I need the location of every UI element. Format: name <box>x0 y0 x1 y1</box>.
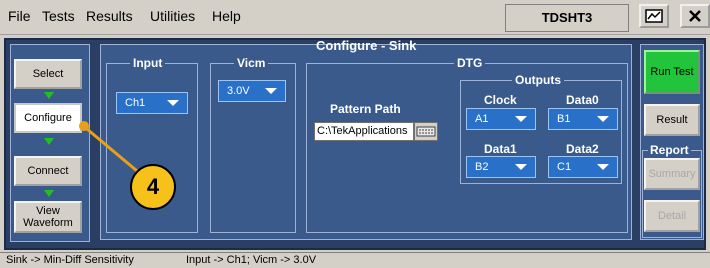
chevron-down-icon <box>597 116 609 122</box>
data1-label: Data1 <box>484 142 517 156</box>
select-button[interactable]: Select <box>14 59 82 89</box>
chevron-down-icon <box>515 164 527 170</box>
step-callout: 4 <box>130 164 176 210</box>
status-bar: Sink -> Min-Diff Sensitivity Input -> Ch… <box>0 252 710 268</box>
configure-button[interactable]: Configure <box>14 103 82 133</box>
status-settings: Input -> Ch1; Vicm -> 3.0V <box>186 254 317 266</box>
clock-dropdown[interactable]: A1 <box>466 108 536 130</box>
step-arrow-icon <box>44 92 54 99</box>
dtg-label: DTG <box>454 56 486 70</box>
close-button[interactable] <box>680 4 710 28</box>
data1-value: B2 <box>475 161 489 173</box>
input-label: Input <box>130 56 166 70</box>
vicm-label: Vicm <box>234 56 269 70</box>
result-button[interactable]: Result <box>644 104 700 136</box>
detail-button[interactable]: Detail <box>644 200 700 232</box>
data0-dropdown[interactable]: B1 <box>548 108 618 130</box>
data0-value: B1 <box>557 113 571 125</box>
menu-file[interactable]: File <box>8 8 31 24</box>
display-toggle-button[interactable] <box>639 4 669 28</box>
input-dropdown[interactable]: Ch1 <box>116 92 188 114</box>
data2-label: Data2 <box>566 142 599 156</box>
run-test-button[interactable]: Run Test <box>644 50 700 94</box>
vicm-value: 3.0V <box>227 85 250 97</box>
step-arrow-icon <box>44 138 54 145</box>
pattern-path-input[interactable]: C:\TekApplications <box>314 122 414 141</box>
step-arrow-icon <box>44 190 54 197</box>
menu-bar: File Tests Results Utilities Help TDSHT3 <box>0 0 710 35</box>
data0-label: Data0 <box>566 93 599 107</box>
vicm-dropdown[interactable]: 3.0V <box>218 80 286 102</box>
view-waveform-button[interactable]: View Waveform <box>14 201 82 233</box>
chevron-down-icon <box>265 88 277 94</box>
chevron-down-icon <box>597 164 609 170</box>
monitor-icon <box>645 9 663 23</box>
menu-utilities[interactable]: Utilities <box>150 8 195 24</box>
chevron-down-icon <box>167 100 179 106</box>
input-value: Ch1 <box>125 97 146 109</box>
menu-tests[interactable]: Tests <box>42 8 75 24</box>
status-test: Sink -> Min-Diff Sensitivity <box>6 254 134 266</box>
clock-value: A1 <box>475 113 489 125</box>
data1-dropdown[interactable]: B2 <box>466 156 536 178</box>
pattern-path-label: Pattern Path <box>330 102 401 116</box>
connect-button[interactable]: Connect <box>14 156 82 186</box>
chevron-down-icon <box>515 116 527 122</box>
summary-button[interactable]: Summary <box>644 158 700 190</box>
data2-dropdown[interactable]: C1 <box>548 156 618 178</box>
browse-button[interactable] <box>414 122 438 141</box>
outputs-label: Outputs <box>512 73 564 87</box>
keyboard-icon <box>416 126 436 137</box>
data2-value: C1 <box>557 161 572 173</box>
menu-results[interactable]: Results <box>86 8 133 24</box>
report-label: Report <box>648 143 691 157</box>
app-title: TDSHT3 <box>505 4 629 32</box>
close-icon <box>689 10 701 22</box>
menu-help[interactable]: Help <box>212 8 241 24</box>
panel-title: Configure - Sink <box>316 38 417 53</box>
clock-label: Clock <box>484 93 517 107</box>
